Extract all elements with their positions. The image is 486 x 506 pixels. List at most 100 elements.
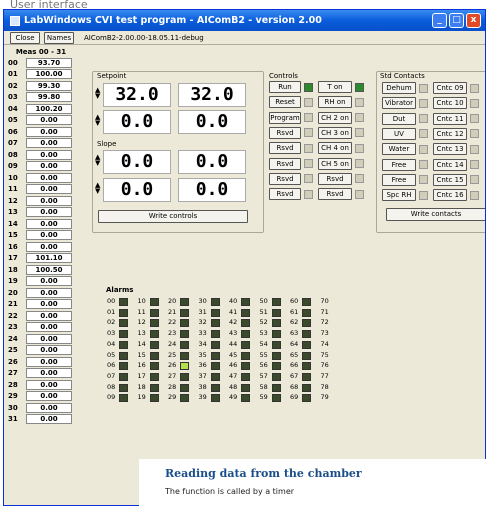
control-button[interactable]: CH 3 on [318,126,352,139]
setpoint-1-value[interactable]: 32.0 [103,83,171,107]
alarm-label: 37 [198,371,207,380]
control-button[interactable]: CH 5 on [318,157,352,170]
contact-button[interactable]: Cntc 15 [433,173,467,186]
setpoint-2-value[interactable]: 0.0 [103,110,171,134]
contact-button[interactable]: Cntc 16 [433,189,467,202]
contact-button[interactable]: Water [382,143,416,156]
alarm-label: 33 [198,329,207,338]
control-led [355,143,364,153]
meas-index: 25 [8,346,18,355]
contact-button[interactable]: Free [382,173,416,186]
control-led [355,113,364,123]
alarm-label: 77 [320,371,329,380]
contact-button[interactable]: Dehum [382,82,416,94]
alarm-led [149,362,159,371]
contact-button[interactable]: UV [382,127,416,140]
names-button[interactable]: Names [44,31,74,44]
meas-index: 11 [8,185,18,194]
contact-button[interactable]: Spc RH [382,189,416,202]
toolbar: Close Names AIComB2-2.00.00-18.05.11-deb… [4,31,485,45]
alarm-led [119,298,128,306]
slope-2-value[interactable]: 0.0 [103,178,171,202]
meas-value: 100.00 [26,69,72,80]
contact-button[interactable]: Cntc 13 [433,143,467,156]
control-button[interactable]: Rsvd [269,126,301,139]
alarm-led [180,351,189,360]
control-row: Rsvd CH 5 on [269,157,364,170]
alarm-label: 45 [229,350,238,359]
contact-led [419,190,428,200]
alarm-led [210,394,220,403]
alarm-led [180,372,189,381]
control-button[interactable]: Rsvd [318,188,352,201]
alarm-led [149,351,159,360]
slope-1-arrows[interactable]: ▲ ▼ [95,154,100,167]
contact-button[interactable]: Free [382,158,416,171]
alarm-label: 62 [290,318,299,327]
alarm-label: 71 [320,307,329,316]
control-led [304,159,313,168]
app-icon [10,15,20,26]
control-button[interactable]: Rsvd [318,172,352,185]
slope-1-readback: 0.0 [178,150,246,174]
meas-index: 19 [8,277,18,286]
control-button[interactable]: Rsvd [269,188,301,201]
maximize-button[interactable]: □ [449,13,464,28]
contact-button[interactable]: Cntc 09 [433,82,467,94]
contact-button[interactable]: Cntc 10 [433,97,467,110]
alarm-label: 27 [168,371,177,380]
contact-button[interactable]: Cntc 11 [433,112,467,125]
alarm-label: 29 [168,393,177,402]
alarm-label: 11 [137,307,146,316]
close-window-button[interactable]: x [466,13,481,28]
control-button[interactable]: Rsvd [269,157,301,170]
alarm-led [302,351,311,360]
slope-2-arrows[interactable]: ▲ ▼ [95,182,100,195]
alarm-label: 79 [320,393,329,402]
control-button[interactable]: RH on [318,96,352,109]
control-led [355,189,364,199]
contact-button[interactable]: Dut [382,112,416,125]
control-button[interactable]: Program [269,111,301,124]
alarm-led [241,319,250,328]
contact-button[interactable]: Cntc 12 [433,127,467,140]
control-led [355,159,364,168]
alarm-label: 63 [290,329,299,338]
meas-row: 21 0.00 [6,299,76,311]
meas-row: 27 0.00 [6,368,76,380]
std-contacts-label: Std Contacts [380,72,425,80]
alarm-led [271,372,281,381]
alarm-label: 34 [198,339,207,348]
control-button[interactable]: Reset [269,96,301,109]
meas-header: Meas 00 - 31 [15,48,67,56]
close-button[interactable]: Close [10,31,40,44]
alarm-label: 67 [290,371,299,380]
control-button[interactable]: CH 4 on [318,142,352,155]
meas-value: 0.00 [26,230,72,241]
setpoint-1-arrows[interactable]: ▲ ▼ [95,87,100,100]
alarm-led [302,383,311,392]
control-button[interactable]: Run [269,81,301,93]
meas-row: 29 0.00 [6,391,76,403]
control-button[interactable]: CH 2 on [318,111,352,124]
write-contacts-button[interactable]: Write contacts [386,208,485,221]
alarm-label: 13 [137,329,146,338]
meas-row: 22 0.00 [6,310,76,322]
write-controls-button[interactable]: Write controls [98,210,248,223]
contact-button[interactable]: Cntc 14 [433,158,467,171]
minimize-button[interactable]: _ [432,13,447,28]
control-button[interactable]: T on [318,81,352,93]
meas-value: 99.80 [26,92,72,103]
setpoint-2-arrows[interactable]: ▲ ▼ [95,114,100,127]
slope-1-value[interactable]: 0.0 [103,150,171,174]
alarm-label: 24 [168,339,177,348]
alarm-label: 07 [107,371,116,380]
alarm-led [241,372,250,381]
contact-led [470,114,479,124]
contact-row: Free Cntc 14 [382,158,479,171]
control-button[interactable]: Rsvd [269,142,301,155]
control-button[interactable]: Rsvd [269,172,301,185]
alarm-label: 22 [168,318,177,327]
alarm-label: 74 [320,339,329,348]
contact-button[interactable]: Vibrator [382,97,416,110]
